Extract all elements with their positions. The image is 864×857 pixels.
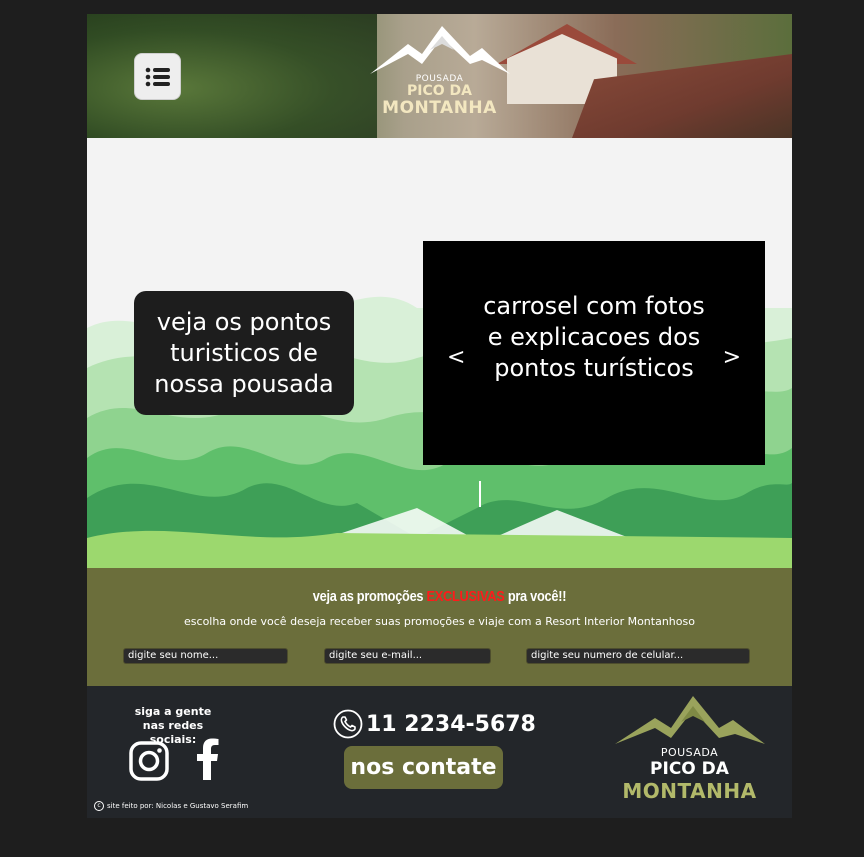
footer-logo-montanha: MONTANHA: [622, 779, 757, 803]
promo-section: veja as promoções EXCLUSIVAS pra você!! …: [87, 568, 792, 686]
tour-points-card[interactable]: veja os pontos turisticos de nossa pousa…: [134, 291, 354, 415]
divider-line: [479, 481, 481, 507]
carousel-prev-button[interactable]: <: [447, 345, 465, 370]
name-field[interactable]: [123, 648, 288, 664]
tour-points-text: veja os pontos turisticos de nossa pousa…: [154, 307, 334, 398]
promo-title-pre: veja as promoções: [312, 588, 424, 605]
carousel-text: carrosel com fotos e explicacoes dos pon…: [483, 292, 705, 382]
footer: siga a gente nas redes sociais: 11 2234-…: [87, 686, 792, 818]
header-banner: POUSADA PICO DA MONTANHA: [87, 14, 792, 138]
mountain-logo-icon: [614, 696, 765, 744]
facebook-icon[interactable]: [197, 738, 219, 780]
phone-field[interactable]: [526, 648, 750, 664]
site-credit: c site feito por: Nicolas e Gustavo Sera…: [94, 801, 248, 811]
page-frame: POUSADA PICO DA MONTANHA veja os pontos …: [87, 14, 792, 818]
promo-title-post: pra você!!: [507, 588, 567, 605]
promo-title-highlight: EXCLUSIVAS: [426, 588, 505, 605]
instagram-icon[interactable]: [129, 741, 169, 781]
footer-logo: POUSADA PICO DA MONTANHA: [612, 694, 767, 809]
promo-subtitle: escolha onde você deseja receber suas pr…: [184, 615, 695, 628]
tour-carousel[interactable]: < carrosel com fotos e explicacoes dos p…: [423, 241, 765, 465]
phone-icon: [333, 709, 363, 739]
copyright-icon: c: [94, 801, 104, 811]
phone-row[interactable]: 11 2234-5678: [333, 708, 536, 740]
main-section: veja os pontos turisticos de nossa pousa…: [87, 138, 792, 568]
contact-button[interactable]: nos contate: [344, 746, 503, 789]
credit-text: site feito por: Nicolas e Gustavo Serafi…: [107, 802, 249, 810]
phone-number: 11 2234-5678: [366, 711, 536, 737]
logo-montanha-text: MONTANHA: [382, 98, 497, 118]
carousel-next-button[interactable]: >: [723, 345, 741, 370]
footer-logo-pico: PICO DA: [650, 759, 729, 779]
logo-pico-text: PICO DA: [407, 83, 472, 99]
list-menu-icon: [145, 67, 170, 86]
mountain-logo-icon: [369, 26, 510, 74]
header-photo-trees: [87, 14, 377, 138]
email-field[interactable]: [324, 648, 491, 664]
promo-title: veja as promoções EXCLUSIVAS pra você!!: [140, 588, 739, 605]
footer-logo-pousada: POUSADA: [660, 746, 719, 759]
header-logo[interactable]: POUSADA PICO DA MONTANHA: [367, 24, 512, 129]
menu-button[interactable]: [134, 53, 181, 100]
